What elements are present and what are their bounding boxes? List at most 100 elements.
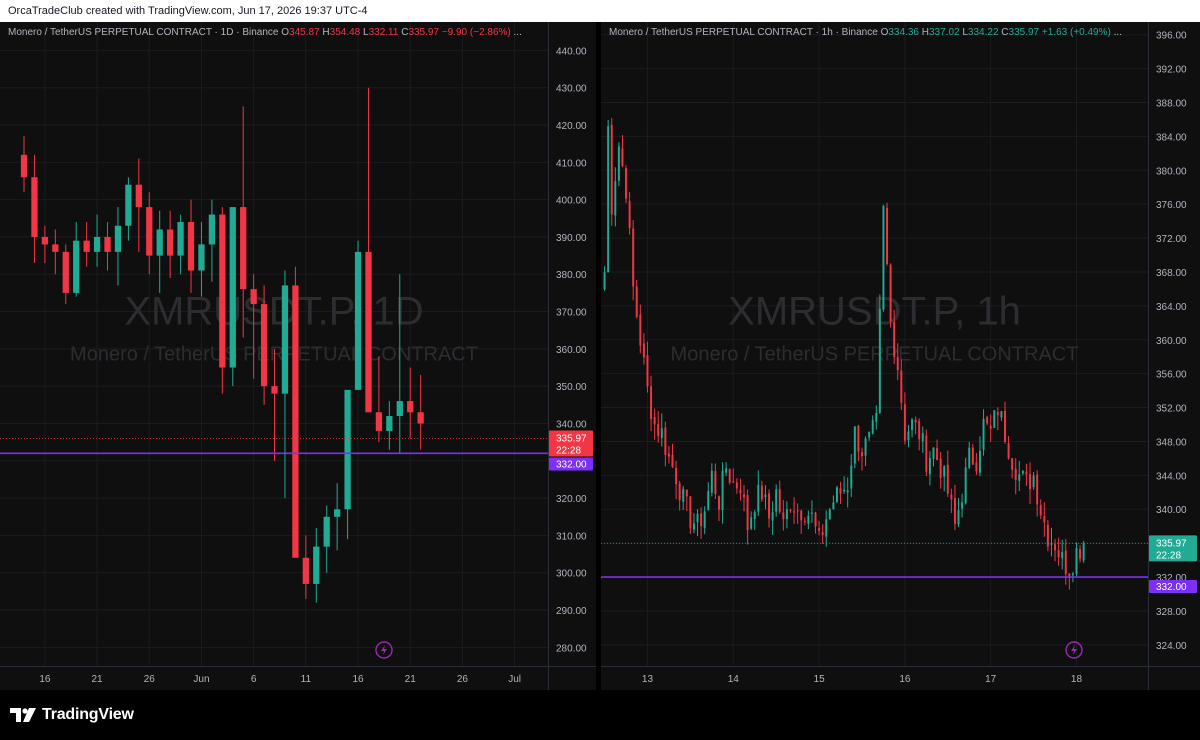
candle-body <box>1064 550 1067 575</box>
candle-body <box>1011 458 1014 470</box>
price-tick-label: 348.00 <box>1156 437 1187 448</box>
candle-body <box>982 418 985 450</box>
candle-body <box>625 168 628 199</box>
legend-open: 345.87 <box>289 27 320 38</box>
legend-more[interactable]: ... <box>1114 27 1122 38</box>
chart-panel-hourly[interactable]: Monero / TetherUS PERPETUAL CONTRACT · 1… <box>601 22 1200 690</box>
candle-body <box>896 356 899 370</box>
candle-body <box>1043 516 1046 523</box>
legend-change: −9.90 (−2.86%) <box>441 27 511 38</box>
candle-body <box>707 490 710 510</box>
candle-body <box>146 207 153 256</box>
candle-body <box>732 481 735 483</box>
price-tick-label: 344.00 <box>1156 471 1187 482</box>
candle-body <box>354 251 362 390</box>
candle-body <box>703 511 706 528</box>
candle-body <box>968 447 971 468</box>
tradingview-logo[interactable]: TradingView <box>10 706 134 724</box>
legend-high-label: H <box>322 27 330 38</box>
legend-close: 335.97 <box>408 27 440 38</box>
candle-body <box>768 493 771 519</box>
candle-body <box>375 412 383 431</box>
hourly-candlestick-chart[interactable]: XMRUSDT.P, 1h Monero / TetherUS PERPETUAL… <box>601 22 1200 690</box>
chart-credit-bar: OrcaTradeClub created with TradingView.c… <box>0 0 1200 22</box>
time-tick-label: 17 <box>985 674 997 685</box>
chart-panel-daily[interactable]: Monero / TetherUS PERPETUAL CONTRACT · 1… <box>0 22 596 690</box>
candle-body <box>710 470 713 493</box>
candle-body <box>614 181 617 216</box>
candle-body <box>73 240 80 293</box>
candle-body <box>721 470 724 510</box>
candle-body <box>678 483 681 501</box>
candle-body <box>653 416 656 425</box>
time-tick-label: 13 <box>642 674 654 685</box>
candle-body <box>689 496 692 528</box>
footer: TradingView <box>0 690 1200 740</box>
candle-body <box>746 495 749 531</box>
candle-body <box>660 428 663 439</box>
candle-body <box>642 343 645 358</box>
price-tick-label: 384.00 <box>1156 132 1187 143</box>
candle-body <box>753 512 756 520</box>
candle-body <box>229 207 236 368</box>
candle-body <box>886 207 888 264</box>
price-tick-label: 410.00 <box>556 158 587 169</box>
time-tick-label: Jun <box>193 674 209 685</box>
candle-body <box>1025 471 1028 475</box>
daily-candlestick-chart[interactable]: XMRUSDT.P, 1D Monero / TetherUS PERPETUAL… <box>0 22 596 690</box>
chart-credit-text: OrcaTradeClub created with TradingView.c… <box>8 5 368 17</box>
candle-body <box>893 322 896 357</box>
candle-body <box>271 386 278 394</box>
candle-body <box>682 488 685 502</box>
candle-body <box>41 236 49 245</box>
candle-body <box>607 126 610 273</box>
legend-high: 354.48 <box>329 27 361 38</box>
candle-body <box>187 222 195 271</box>
candle-body <box>775 489 778 512</box>
price-tick-label: 280.00 <box>556 643 587 654</box>
price-tick-label: 392.00 <box>1156 65 1187 76</box>
tradingview-brand: TradingView <box>42 706 134 723</box>
legend-close: 335.97 <box>1008 27 1040 38</box>
watermark-name: Monero / TetherUS PERPETUAL CONTRACT <box>671 344 1079 366</box>
candle-body <box>664 427 667 455</box>
candle-body <box>167 229 174 256</box>
candle-body <box>803 521 806 523</box>
time-tick-label: Jul <box>508 674 521 685</box>
legend-symbol: Monero / TetherUS PERPETUAL CONTRACT · 1… <box>609 27 878 38</box>
candle-body <box>778 489 781 512</box>
candle-body <box>832 502 835 510</box>
candle-body <box>20 154 28 178</box>
legend-more[interactable]: ... <box>514 27 522 38</box>
candle-body <box>903 404 906 441</box>
candle-body <box>83 240 90 252</box>
candle-body <box>657 423 660 436</box>
candle-body <box>696 513 699 523</box>
level-tag-value: 332.00 <box>556 460 587 471</box>
candle-body <box>739 489 742 494</box>
candle-body <box>850 465 853 489</box>
candle-body <box>1082 543 1085 561</box>
price-tick-label: 368.00 <box>1156 268 1187 279</box>
candle-body <box>407 401 414 413</box>
candle-body <box>978 450 981 473</box>
candle-body <box>975 462 978 472</box>
price-tick-label: 290.00 <box>556 606 587 617</box>
candle-body <box>417 412 424 424</box>
candle-body <box>717 496 720 510</box>
candle-body <box>828 509 831 520</box>
candle-body <box>882 205 885 310</box>
candle-body <box>240 207 247 290</box>
time-tick-label: 16 <box>39 674 51 685</box>
time-tick-label: 6 <box>251 674 257 685</box>
candle-body <box>323 516 330 547</box>
candle-body <box>635 286 638 317</box>
candle-body <box>921 433 924 442</box>
candle-body <box>646 355 649 387</box>
candle-body <box>839 488 842 494</box>
candle-body <box>925 435 928 472</box>
price-tick-label: 370.00 <box>556 308 587 319</box>
candle-body <box>135 184 142 208</box>
candle-body <box>603 272 606 290</box>
price-tick-label: 356.00 <box>1156 370 1187 381</box>
